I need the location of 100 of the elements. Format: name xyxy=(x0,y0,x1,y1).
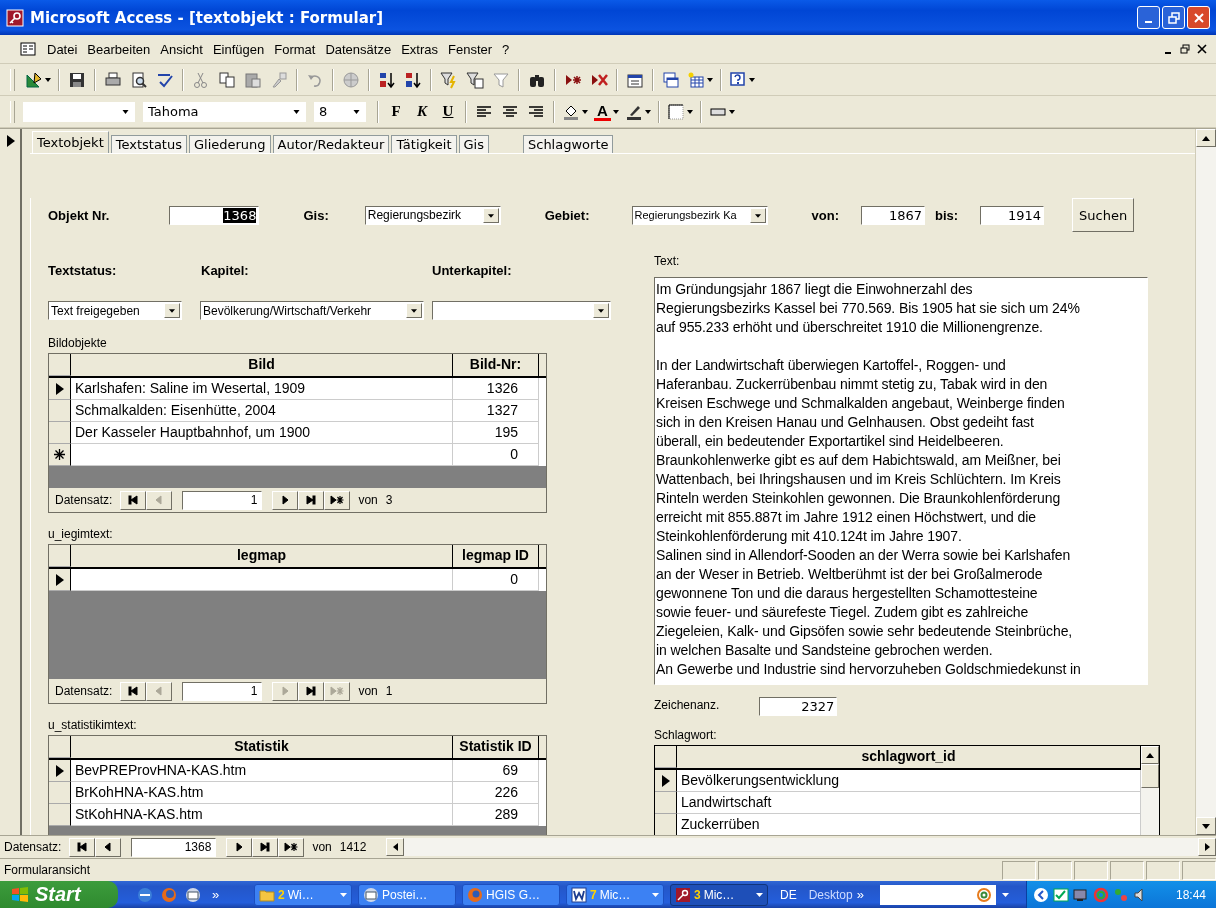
table-cell[interactable]: Landwirtschaft xyxy=(677,792,1141,814)
new-record-button[interactable] xyxy=(324,490,351,510)
scroll-left-button[interactable] xyxy=(386,838,405,856)
row-selector[interactable] xyxy=(49,569,71,591)
menu-item[interactable]: Format xyxy=(269,39,321,59)
mail-icon[interactable] xyxy=(184,885,202,904)
menu-item[interactable]: Datensätze xyxy=(320,39,397,59)
select-all-corner[interactable] xyxy=(49,354,71,376)
tab[interactable]: Gliederung xyxy=(189,135,271,153)
taskbar-button[interactable]: 7 Mic… xyxy=(566,883,664,906)
taskbar-button[interactable]: 2 Wi… xyxy=(254,883,352,906)
year-to-field[interactable]: 1914 xyxy=(980,205,1045,225)
column-header[interactable]: legmap xyxy=(71,545,453,567)
scroll-right-button[interactable] xyxy=(1198,838,1216,856)
desktop-toolbar-label[interactable]: Desktop xyxy=(808,887,853,902)
first-record-button[interactable] xyxy=(69,837,96,857)
search-field[interactable] xyxy=(879,884,996,905)
browser-icon[interactable] xyxy=(136,885,154,904)
character-count-field[interactable]: 2327 xyxy=(759,697,838,716)
record-number-field[interactable]: 1368 xyxy=(131,837,217,857)
select-all-corner[interactable] xyxy=(49,545,71,567)
scroll-down-button[interactable] xyxy=(1196,817,1216,835)
taskbar-button[interactable]: HGIS G… xyxy=(462,883,560,906)
column-header[interactable]: Bild-Nr: xyxy=(453,354,539,376)
restore-button[interactable] xyxy=(1177,42,1193,56)
select-all-corner[interactable] xyxy=(655,746,677,768)
next-record-button[interactable] xyxy=(272,490,299,510)
year-from-field[interactable]: 1867 xyxy=(860,205,925,225)
column-header[interactable]: Statistik xyxy=(71,736,453,758)
gis-dropdown[interactable]: Regierungsbezirk xyxy=(364,205,501,225)
underline-button[interactable]: U xyxy=(436,99,460,124)
row-selector[interactable] xyxy=(49,422,71,444)
prev-record-button[interactable] xyxy=(95,837,122,857)
table-cell[interactable]: 289 xyxy=(453,804,539,826)
menu-item[interactable]: Bearbeiten xyxy=(82,39,156,59)
area-dropdown[interactable]: Regierungsbezirk Ka xyxy=(631,205,768,225)
italic-button[interactable]: K xyxy=(410,99,434,124)
row-selector[interactable] xyxy=(49,782,71,804)
menu-item[interactable]: ? xyxy=(497,39,515,59)
tab[interactable]: Textobjekt xyxy=(32,131,109,153)
table-cell[interactable]: Bevölkerungsentwicklung xyxy=(677,770,1141,792)
menu-item[interactable]: Ansicht xyxy=(155,39,208,59)
status-dropdown[interactable]: Text freigegeben xyxy=(48,301,182,320)
scroll-up-button[interactable] xyxy=(1196,129,1216,147)
select-all-corner[interactable] xyxy=(49,736,71,758)
tab[interactable]: Textstatus xyxy=(110,135,187,153)
column-header[interactable]: Statistik ID xyxy=(453,736,539,758)
scroll-up-button[interactable] xyxy=(1141,746,1159,764)
first-record-button[interactable] xyxy=(120,681,147,701)
checkmark-icon[interactable] xyxy=(1053,886,1069,903)
row-selector[interactable] xyxy=(655,770,677,792)
tab[interactable]: Gis xyxy=(458,135,489,153)
scroll-thumb[interactable] xyxy=(1141,764,1159,788)
record-number-field[interactable]: 1 xyxy=(182,681,263,701)
start-button[interactable]: Start xyxy=(0,881,118,908)
table-cell[interactable]: 0 xyxy=(453,444,539,466)
menu-item[interactable]: Einfügen xyxy=(207,39,270,59)
language-indicator[interactable]: DE xyxy=(780,887,797,902)
font-dropdown[interactable]: Tahoma xyxy=(143,101,306,122)
font-size-dropdown[interactable]: 8 xyxy=(314,101,366,122)
row-selector[interactable] xyxy=(49,760,71,782)
column-header[interactable]: legmap ID xyxy=(453,545,539,567)
search-button[interactable]: Suchen xyxy=(1072,198,1135,232)
tab[interactable]: Autor/Redakteur xyxy=(272,135,390,153)
row-selector[interactable] xyxy=(655,792,677,814)
subchapter-dropdown[interactable] xyxy=(432,301,611,320)
row-selector[interactable] xyxy=(49,804,71,826)
row-selector[interactable] xyxy=(49,444,71,466)
first-record-button[interactable] xyxy=(120,490,147,510)
record-number-field[interactable]: 1 xyxy=(182,490,263,510)
tab[interactable]: Tätigkeit xyxy=(391,135,457,153)
table-cell[interactable]: StKohHNA-KAS.htm xyxy=(71,804,453,826)
menu-item[interactable]: Fenster xyxy=(443,39,498,59)
bold-button[interactable]: F xyxy=(384,99,408,124)
chapter-dropdown[interactable]: Bevölkerung/Wirtschaft/Verkehr xyxy=(200,301,424,320)
row-selector[interactable] xyxy=(49,378,71,400)
next-record-button[interactable] xyxy=(226,837,253,857)
last-record-button[interactable] xyxy=(298,490,325,510)
row-selector[interactable] xyxy=(655,814,677,835)
table-cell[interactable]: 0 xyxy=(453,569,539,591)
caret-icon[interactable] xyxy=(1001,892,1009,897)
monitor-icon[interactable] xyxy=(1073,886,1089,903)
close-button[interactable] xyxy=(1194,42,1210,56)
menu-item[interactable]: Extras xyxy=(396,39,443,59)
restore-button[interactable] xyxy=(1162,6,1185,29)
column-header[interactable]: Bild xyxy=(71,354,453,376)
table-cell[interactable] xyxy=(71,569,453,591)
overflow-button[interactable]: » xyxy=(208,887,224,902)
taskbar-button[interactable]: 3 Mic… xyxy=(670,883,768,906)
menu-item[interactable]: Datei xyxy=(42,39,83,59)
overflow-button[interactable]: » xyxy=(852,887,868,902)
new-record-button[interactable] xyxy=(278,837,305,857)
row-selector[interactable] xyxy=(49,400,71,422)
last-record-button[interactable] xyxy=(252,837,279,857)
font-color-button[interactable]: A xyxy=(592,99,621,124)
last-record-button[interactable] xyxy=(298,681,325,701)
table-cell[interactable] xyxy=(71,444,453,466)
text-field[interactable]: Im Gründungsjahr 1867 liegt die Einwohnerzahl des Regierungsbezirks Kassel bei 770.569. Bis 1905 hat sie sich um 24% auf 955.233 erhöht und überschreitet 1910 die Millionengrenze. In der Landwirtschaft überwiegen Kartoffel-, Roggen- und Haferanbau. Zuckerrübenbau nimmt stetig zu, Tabak wird in den Kreisen Eschwege und Schmalkalden angebaut, Weinberge finden sich in den Kreisen Hanau und Gelnhausen. Obst gedeiht fast überall, ein bedeutender Exportartikel sind Heidelbeeren. Braunkohlenwerke gibt es auf dem Habichtswald, am Meißner, bei Wattenbach, bei Ihringshausen und im Kreis Schlüchtern. Im Kreis Rinteln werden Steinkohlen gewonnen. Die Braunkohlenförderung erreicht mit 855.887t im Jahre 1912 einen Höchstwert, und die Steinkohlenförderung mit 410.124t im Jahre 1907. Salinen sind in Allendorf-Sooden an der Werra sowie bei Karlshafen an der Weser in Betrieb. Weltberühmt ist der bei Großalmerode gewonnene Ton und die daraus hergestellten Schamottesteine sowie feuer- und säurefeste Tiegel. Zudem gibt es zahlreiche Ziegeleien, Kalk- und Gipsöfen sowie sehr bedeutende Steinbrüche, in welchen Basalte und Sandsteine gebrochen werden. An Gewerbe und Industrie sind hervorzuheben Goldschmiedekunst in xyxy=(654,277,1148,685)
tab[interactable]: Schlagworte xyxy=(523,135,614,153)
object-number-field[interactable]: 1368 xyxy=(169,205,260,225)
